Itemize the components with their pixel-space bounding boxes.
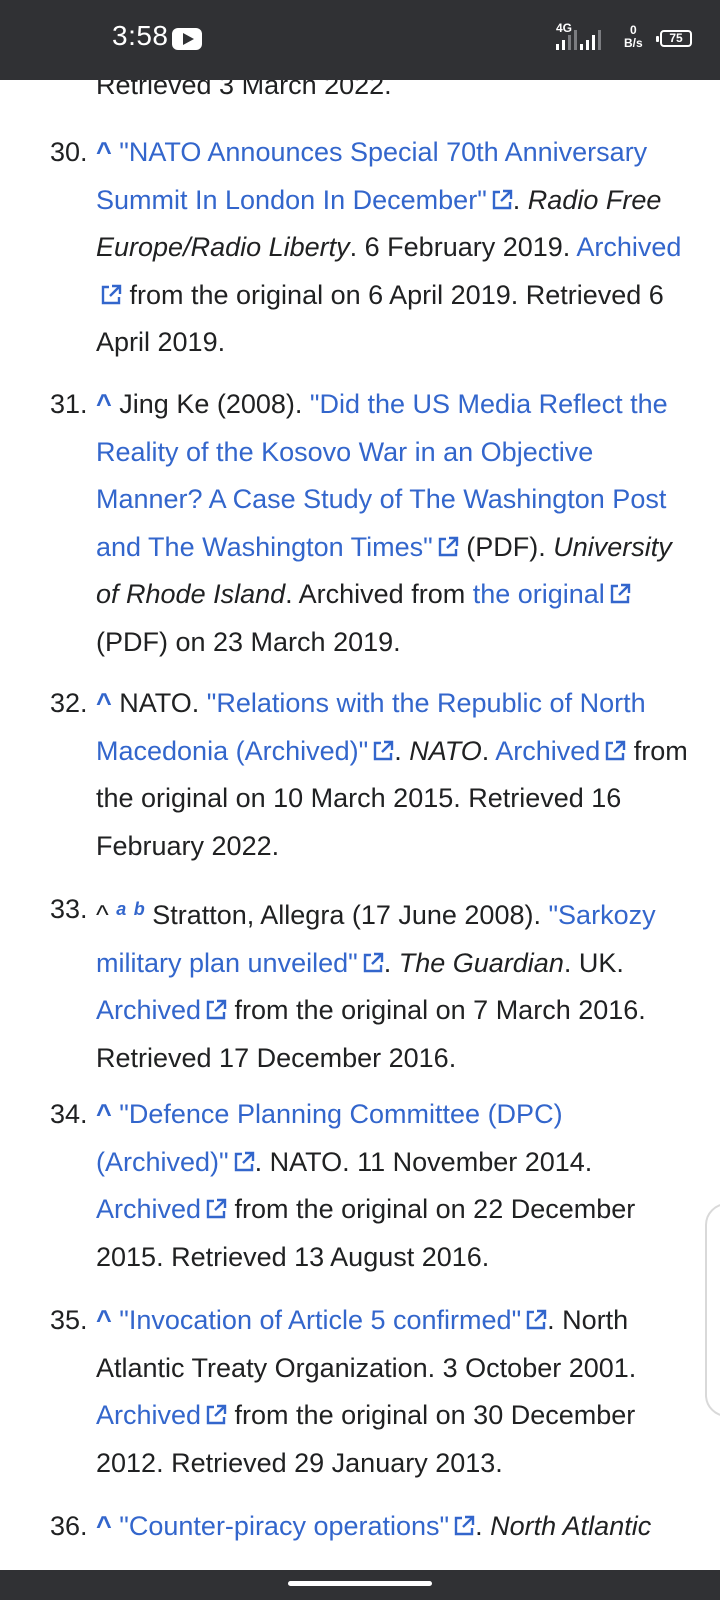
publisher-name: NATO (409, 735, 482, 766)
reference-number: 31. (50, 389, 88, 419)
status-time: 3:58 (112, 20, 169, 51)
backlink-caret[interactable]: ^ (96, 1305, 112, 1335)
format-label: (PDF). (458, 531, 554, 562)
youtube-notification-icon (172, 28, 202, 50)
reference-number: 32. (50, 688, 88, 718)
reference-author: Stratton, Allegra (17 June 2008). (144, 900, 549, 930)
external-link-icon (205, 1404, 227, 1426)
reference-number: 33. (50, 894, 88, 924)
archive-info: (PDF) on 23 March 2019. (96, 626, 401, 657)
archive-info: . Archived from (285, 579, 473, 609)
reference-author: NATO. (111, 688, 207, 718)
battery-icon: 75 (656, 30, 692, 47)
external-link-icon (233, 1151, 255, 1173)
reference-number: 34. (50, 1099, 88, 1129)
backlink-caret: ^ (96, 900, 109, 930)
backlink-a[interactable]: a (116, 899, 126, 919)
backlink-caret[interactable]: ^ (96, 1099, 112, 1129)
external-link-icon (453, 1515, 475, 1537)
backlink-caret[interactable]: ^ (96, 1511, 112, 1541)
reference-title-link[interactable]: "Counter-piracy operations" (119, 1511, 449, 1541)
reference-number: 35. (50, 1305, 88, 1335)
reference-title-link[interactable]: "Invocation of Article 5 confirmed" (119, 1305, 521, 1335)
archived-link[interactable]: Archived (96, 1400, 201, 1430)
backlink-caret[interactable]: ^ (96, 389, 112, 419)
external-link-icon (604, 740, 626, 762)
backlink-caret[interactable]: ^ (96, 688, 112, 718)
external-link-icon (525, 1309, 547, 1331)
edge-panel-handle[interactable] (705, 1203, 720, 1417)
external-link-icon (362, 952, 384, 974)
home-gesture-handle[interactable] (288, 1581, 432, 1586)
reference-place: . UK. (563, 947, 624, 978)
publisher-name: North Atlantic (490, 1511, 652, 1541)
data-speed: 0 B/s (624, 24, 643, 50)
reference-number: 36. (50, 1511, 88, 1541)
archived-link[interactable]: Archived (96, 995, 201, 1025)
reference-publisher: . NATO. 11 November 2014. (254, 1146, 593, 1177)
archived-link[interactable]: Archived (495, 736, 600, 766)
external-link-icon (205, 999, 227, 1021)
reference-date: . 6 February 2019. (349, 232, 571, 262)
external-link-icon (491, 189, 513, 211)
external-link-icon (205, 1198, 227, 1220)
publisher-name: The Guardian (398, 947, 564, 978)
external-link-icon (100, 284, 122, 306)
reference-number: 30. (50, 137, 88, 167)
backlink-b[interactable]: b (134, 899, 145, 919)
external-link-icon (609, 583, 631, 605)
navigation-bar (0, 1570, 720, 1600)
data-speed-unit: B/s (624, 36, 643, 50)
reference-author: Jing Ke (2008). (111, 389, 310, 419)
archived-link[interactable]: Archived (576, 232, 681, 262)
archived-link[interactable]: Archived (96, 1194, 201, 1224)
external-link-icon (372, 740, 394, 762)
archive-info: from the original on 6 April 2019. Retri… (96, 279, 664, 358)
signal-strength-icon (556, 28, 577, 50)
status-bar: 3:58 4G 0 B/s 75 (0, 0, 720, 80)
references-list: Retrieved 3 March 2022. 30. ^ "NATO Anno… (0, 0, 720, 1570)
signal-strength-icon (580, 28, 601, 50)
original-link[interactable]: the original (473, 579, 605, 609)
external-link-icon (437, 536, 459, 558)
backlink-caret[interactable]: ^ (96, 137, 112, 167)
